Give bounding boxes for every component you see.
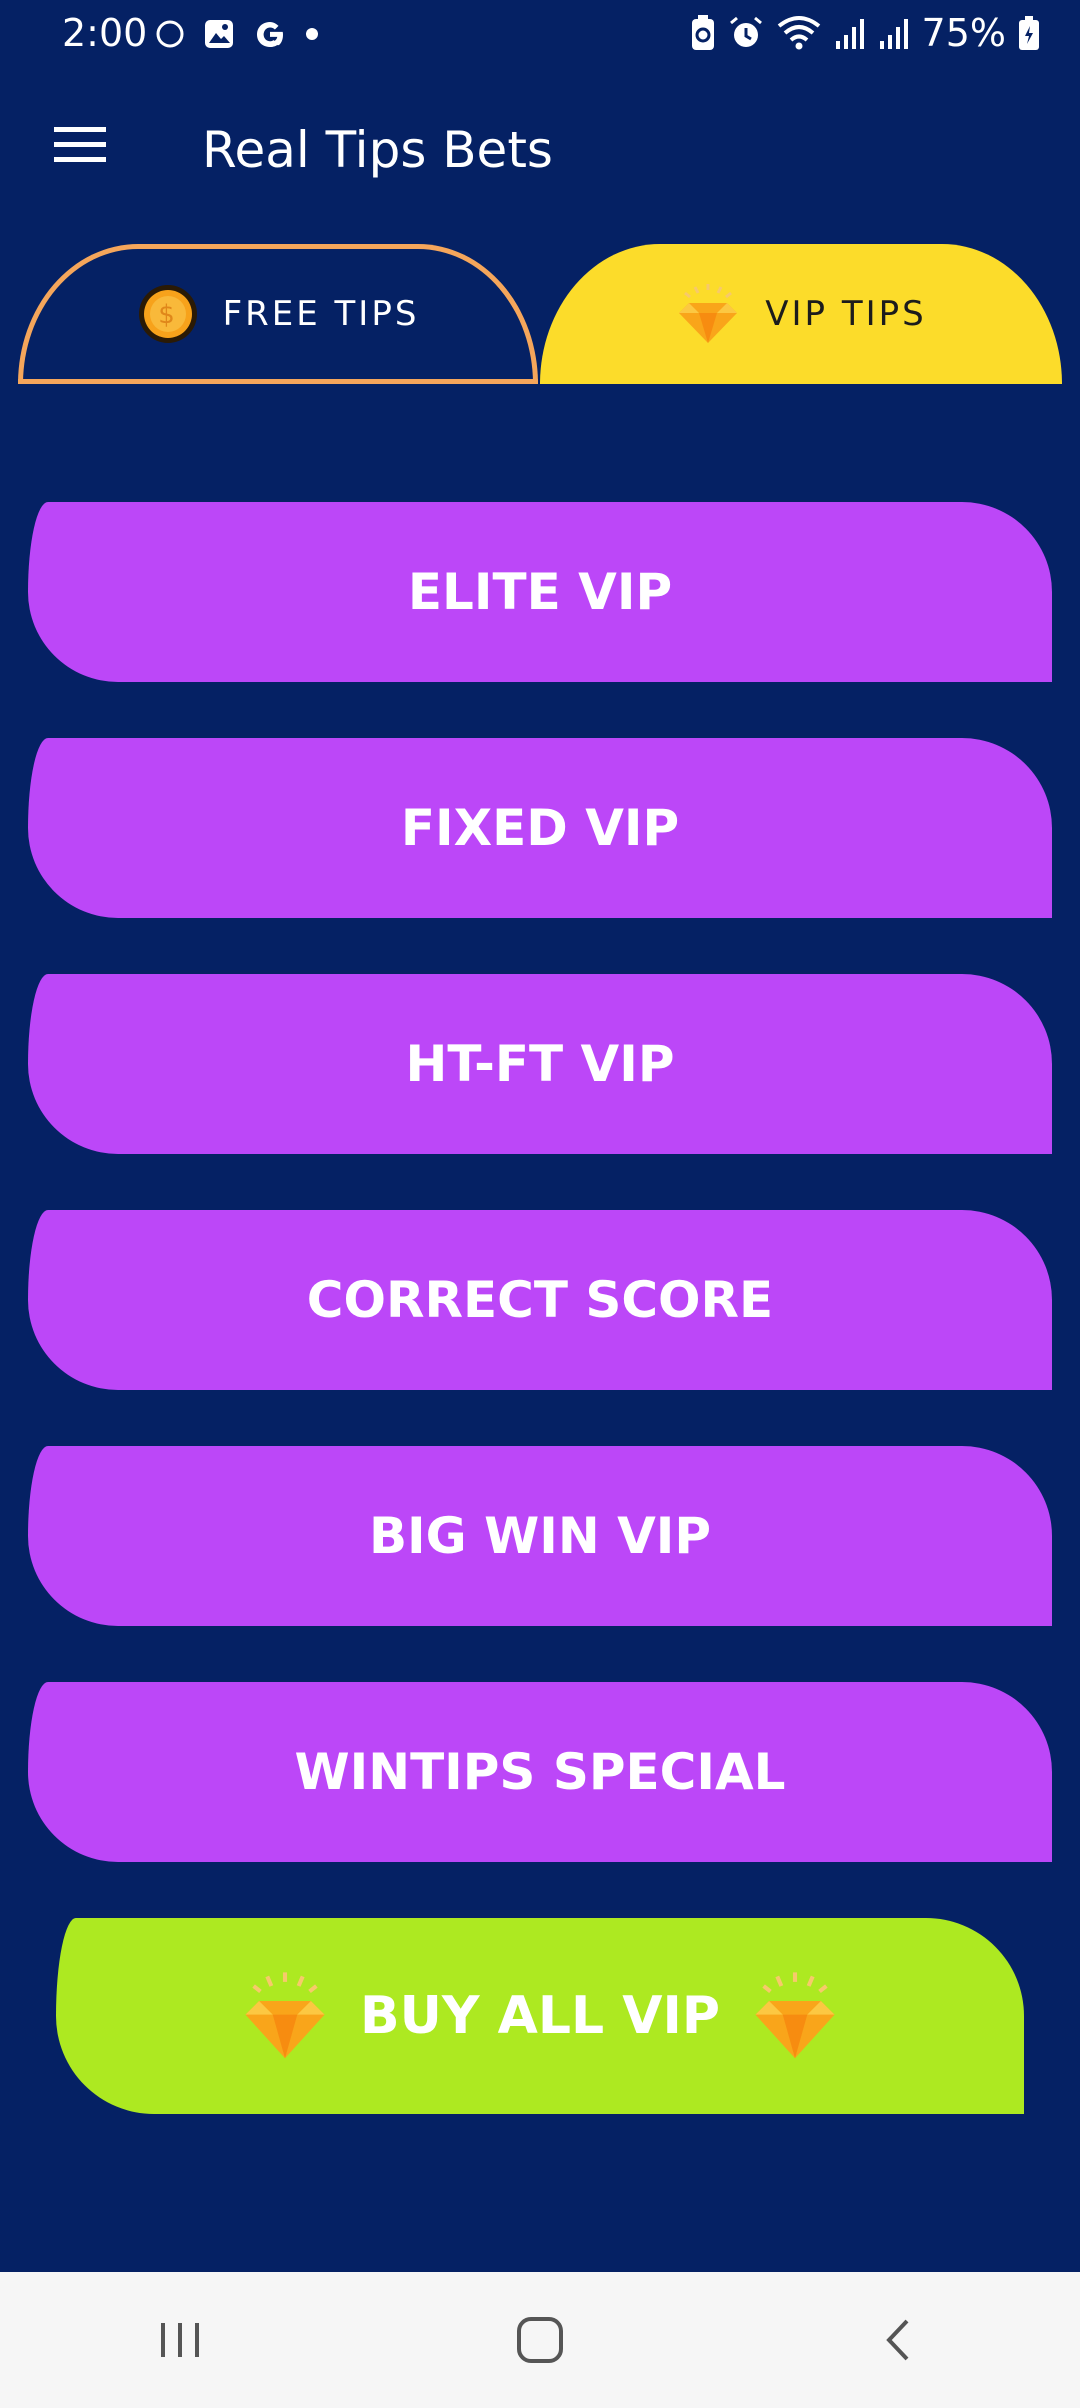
fixed-vip-label: FIXED VIP xyxy=(400,799,680,857)
svg-text:$: $ xyxy=(158,300,178,330)
alarm-icon xyxy=(729,16,762,47)
correct-score-label: CORRECT SCORE xyxy=(306,1271,774,1329)
home-button[interactable] xyxy=(480,2290,600,2390)
app-bar: Real Tips Bets xyxy=(0,90,1080,210)
battery-saver-icon xyxy=(691,15,714,50)
hamburger-menu-button[interactable] xyxy=(40,110,120,180)
buy-all-vip-button[interactable]: BUY ALL VIP xyxy=(56,1918,1024,2114)
hamburger-menu-icon xyxy=(54,127,106,162)
elite-vip-label: ELITE VIP xyxy=(407,563,673,621)
fixed-vip-button[interactable]: FIXED VIP xyxy=(28,738,1052,918)
diamond-icon xyxy=(755,1972,835,2059)
buy-all-vip-label: BUY ALL VIP xyxy=(360,1986,720,2046)
ht-ft-vip-label: HT-FT VIP xyxy=(405,1035,675,1093)
navigation-bar xyxy=(0,2272,1080,2408)
home-icon xyxy=(517,2317,563,2363)
battery-percent: 75% xyxy=(921,11,1006,55)
tab-vip-tips[interactable]: VIP TIPS xyxy=(540,244,1062,384)
tab-vip-tips-label: VIP TIPS xyxy=(765,294,927,334)
diamond-icon xyxy=(245,1972,325,2059)
image-icon xyxy=(205,20,233,48)
recent-apps-icon xyxy=(161,2323,199,2357)
correct-score-button[interactable]: CORRECT SCORE xyxy=(28,1210,1052,1390)
big-win-vip-label: BIG WIN VIP xyxy=(368,1507,712,1565)
big-win-vip-button[interactable]: BIG WIN VIP xyxy=(28,1446,1052,1626)
diamond-icon xyxy=(679,284,738,343)
wifi-icon xyxy=(777,16,820,50)
ht-ft-vip-button[interactable]: HT-FT VIP xyxy=(28,974,1052,1154)
status-time: 2:00 xyxy=(62,11,148,55)
signal-icon xyxy=(879,19,908,49)
recent-apps-button[interactable] xyxy=(120,2290,240,2390)
coin-icon: $ xyxy=(138,285,197,343)
app-title: Real Tips Bets xyxy=(202,121,553,179)
wintips-special-label: WINTIPS SPECIAL xyxy=(294,1743,786,1801)
tab-free-tips-label: FREE TIPS xyxy=(222,294,420,334)
back-button[interactable] xyxy=(840,2290,960,2390)
status-left-icons xyxy=(155,14,319,54)
google-icon xyxy=(257,22,283,47)
signal-icon xyxy=(835,19,864,49)
circle-icon xyxy=(156,20,184,48)
tab-free-tips[interactable]: $ FREE TIPS xyxy=(18,244,538,384)
status-right: 75% xyxy=(690,8,1040,58)
dot-icon xyxy=(306,28,318,40)
wintips-special-button[interactable]: WINTIPS SPECIAL xyxy=(28,1682,1052,1862)
back-icon xyxy=(886,2319,909,2361)
battery-icon xyxy=(1019,16,1039,50)
status-bar: 2:00 75% xyxy=(0,0,1080,70)
elite-vip-button[interactable]: ELITE VIP xyxy=(28,502,1052,682)
